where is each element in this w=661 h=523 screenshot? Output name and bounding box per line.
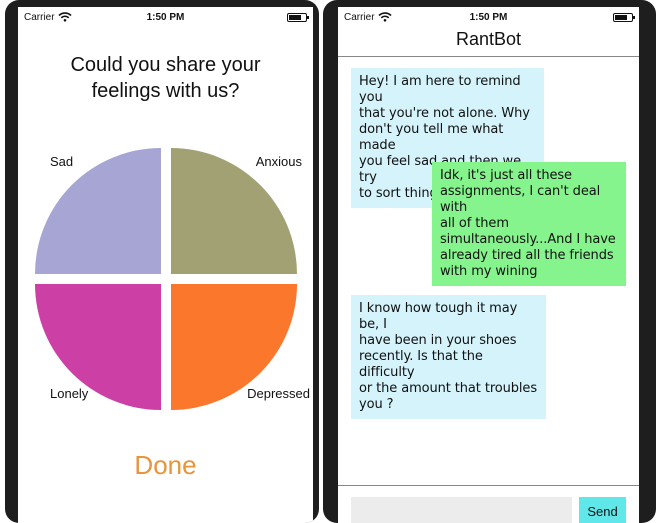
chat-screen: Carrier 1:50 PM RantBot Hey! I am here t…: [338, 7, 639, 523]
user-message-bubble: Idk, it's just all these assignments, I …: [432, 162, 626, 286]
message-line: don't you tell me what made: [359, 122, 504, 153]
message-composer: Send: [338, 485, 639, 523]
mood-screen: Carrier 1:50 PM Could you share your fee…: [18, 7, 313, 523]
message-line: have been in your shoes: [359, 333, 517, 348]
message-list[interactable]: Hey! I am here to remind you that you're…: [338, 57, 639, 485]
message-line: recently. Is that the difficulty: [359, 349, 483, 380]
slice-label-depressed: Depressed: [247, 386, 310, 401]
battery-icon: [287, 13, 309, 22]
message-line: simultaneously...And I have: [440, 232, 616, 247]
slice-label-lonely: Lonely: [50, 386, 89, 401]
message-line: all of them: [440, 216, 509, 231]
question-line: feelings with us?: [91, 80, 240, 102]
message-line: with my wining: [440, 264, 538, 279]
mood-pie-chart: Sad Anxious Lonely Depressed: [35, 148, 310, 410]
feelings-question: Could you share your feelings with us?: [18, 52, 313, 104]
question-line: Could you share your: [70, 54, 261, 76]
slice-label-sad: Sad: [50, 154, 73, 169]
message-line: that you're not alone. Why: [359, 106, 530, 121]
clock: 1:50 PM: [469, 12, 508, 23]
status-bar: Carrier 1:50 PM: [18, 7, 313, 27]
nav-bar: RantBot: [338, 27, 639, 57]
chat-phone-frame: Carrier 1:50 PM RantBot Hey! I am here t…: [323, 0, 656, 523]
message-line: Hey! I am here to remind you: [359, 74, 521, 105]
clock: 1:50 PM: [146, 12, 185, 23]
message-line: or the amount that troubles: [359, 381, 538, 396]
slice-label-anxious: Anxious: [256, 154, 303, 169]
status-bar: Carrier 1:50 PM: [338, 7, 639, 27]
bot-message-bubble: I know how tough it may be, I have been …: [351, 295, 546, 419]
message-line: assignments, I can't deal with: [440, 184, 601, 215]
battery-icon: [613, 13, 635, 22]
done-button[interactable]: Done: [18, 450, 313, 481]
message-line: you ?: [359, 397, 394, 412]
message-line: I know how tough it may be, I: [359, 301, 518, 332]
message-line: already tired all the friends: [440, 248, 614, 263]
chat-title: RantBot: [455, 29, 522, 49]
send-button[interactable]: Send: [579, 497, 626, 523]
message-input[interactable]: [351, 497, 572, 523]
message-line: Idk, it's just all these: [440, 168, 572, 183]
mood-phone-frame: Carrier 1:50 PM Could you share your fee…: [5, 0, 319, 523]
